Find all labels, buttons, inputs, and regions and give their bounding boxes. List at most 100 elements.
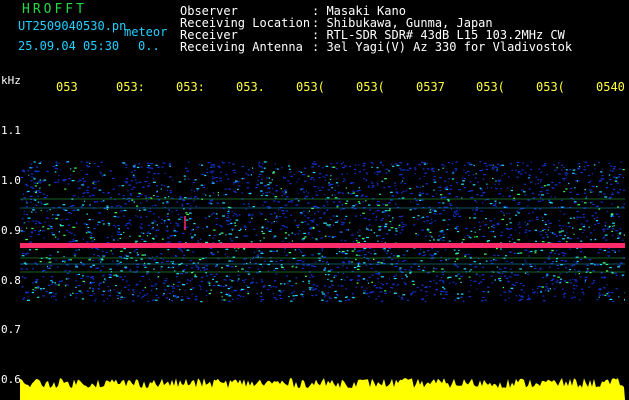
noise-pixel — [22, 230, 25, 233]
noise-pixel — [467, 170, 470, 172]
noise-pixel — [177, 213, 179, 215]
noise-pixel — [47, 265, 49, 268]
noise-pixel — [416, 203, 420, 205]
noise-pixel — [615, 274, 618, 276]
noise-pixel — [323, 269, 326, 271]
noise-pixel — [102, 192, 105, 194]
noise-pixel — [284, 216, 287, 218]
noise-pixel — [398, 224, 401, 226]
noise-pixel — [263, 201, 267, 203]
noise-pixel — [262, 193, 264, 195]
noise-pixel — [367, 204, 371, 206]
noise-pixel — [368, 224, 371, 226]
noise-pixel — [346, 250, 349, 252]
noise-pixel — [260, 251, 263, 253]
noise-pixel — [275, 267, 278, 270]
noise-pixel — [189, 280, 192, 282]
noise-pixel — [58, 282, 60, 284]
noise-pixel — [394, 265, 398, 268]
noise-pixel — [618, 174, 622, 176]
noise-pixel — [66, 161, 69, 164]
noise-pixel — [442, 297, 446, 299]
noise-pixel — [43, 197, 47, 199]
noise-pixel — [401, 226, 403, 228]
noise-pixel — [189, 208, 192, 210]
noise-pixel — [72, 238, 74, 240]
noise-pixel — [618, 296, 620, 298]
noise-pixel — [523, 191, 526, 193]
noise-pixel — [124, 224, 127, 226]
noise-pixel — [493, 204, 496, 206]
noise-pixel — [434, 220, 437, 222]
noise-pixel — [156, 195, 160, 198]
app-brand: HROFFT — [22, 2, 87, 17]
noise-pixel — [310, 265, 314, 267]
noise-pixel — [598, 296, 600, 298]
noise-pixel — [506, 187, 509, 189]
noise-pixel — [42, 270, 45, 272]
noise-pixel — [169, 176, 172, 178]
noise-pixel — [580, 240, 583, 242]
noise-pixel — [613, 176, 616, 178]
noise-pixel — [220, 291, 223, 294]
noise-pixel — [477, 282, 480, 284]
noise-pixel — [390, 227, 394, 229]
noise-pixel — [137, 166, 140, 169]
noise-pixel — [532, 197, 536, 199]
noise-pixel — [404, 182, 407, 185]
noise-pixel — [341, 204, 344, 206]
noise-pixel — [334, 274, 337, 277]
noise-pixel — [365, 172, 368, 174]
noise-pixel — [31, 211, 33, 213]
noise-pixel — [125, 167, 128, 169]
noise-pixel — [345, 187, 347, 189]
noise-pixel — [252, 171, 254, 173]
noise-pixel — [110, 250, 112, 252]
noise-pixel — [181, 296, 183, 298]
noise-pixel — [152, 238, 155, 240]
noise-pixel — [321, 299, 324, 301]
noise-pixel — [56, 168, 59, 170]
noise-pixel — [418, 265, 420, 267]
noise-pixel — [206, 172, 209, 174]
noise-pixel — [334, 194, 336, 196]
noise-pixel — [92, 182, 95, 184]
noise-pixel — [42, 226, 45, 228]
noise-pixel — [55, 161, 58, 163]
noise-pixel — [197, 267, 200, 269]
noise-pixel — [288, 234, 290, 236]
noise-pixel — [503, 214, 505, 216]
noise-pixel — [173, 283, 175, 285]
noise-pixel — [548, 201, 552, 203]
noise-pixel — [484, 253, 487, 255]
noise-pixel — [261, 178, 263, 180]
noise-pixel — [557, 253, 561, 255]
noise-pixel — [82, 238, 84, 240]
noise-pixel — [610, 214, 614, 216]
noise-pixel — [563, 166, 565, 168]
noise-pixel — [465, 172, 468, 174]
noise-pixel — [434, 210, 437, 212]
noise-pixel — [224, 253, 226, 255]
noise-pixel — [520, 289, 524, 291]
noise-pixel — [132, 300, 135, 302]
noise-pixel — [318, 230, 321, 232]
noise-pixel — [290, 200, 294, 202]
noise-pixel — [322, 167, 324, 169]
noise-pixel — [326, 197, 330, 199]
noise-pixel — [442, 167, 444, 169]
noise-pixel — [237, 280, 239, 282]
noise-pixel — [577, 237, 579, 239]
noise-pixel — [564, 260, 567, 262]
noise-pixel — [185, 265, 188, 267]
spectrogram-panel[interactable] — [20, 96, 625, 400]
noise-pixel — [569, 268, 571, 271]
noise-pixel — [233, 213, 236, 215]
noise-pixel — [313, 186, 317, 188]
noise-pixel — [86, 213, 88, 215]
noise-pixel — [285, 275, 288, 277]
noise-pixel — [547, 184, 550, 186]
noise-pixel — [577, 168, 580, 170]
noise-pixel — [598, 288, 601, 291]
noise-pixel — [440, 230, 444, 232]
